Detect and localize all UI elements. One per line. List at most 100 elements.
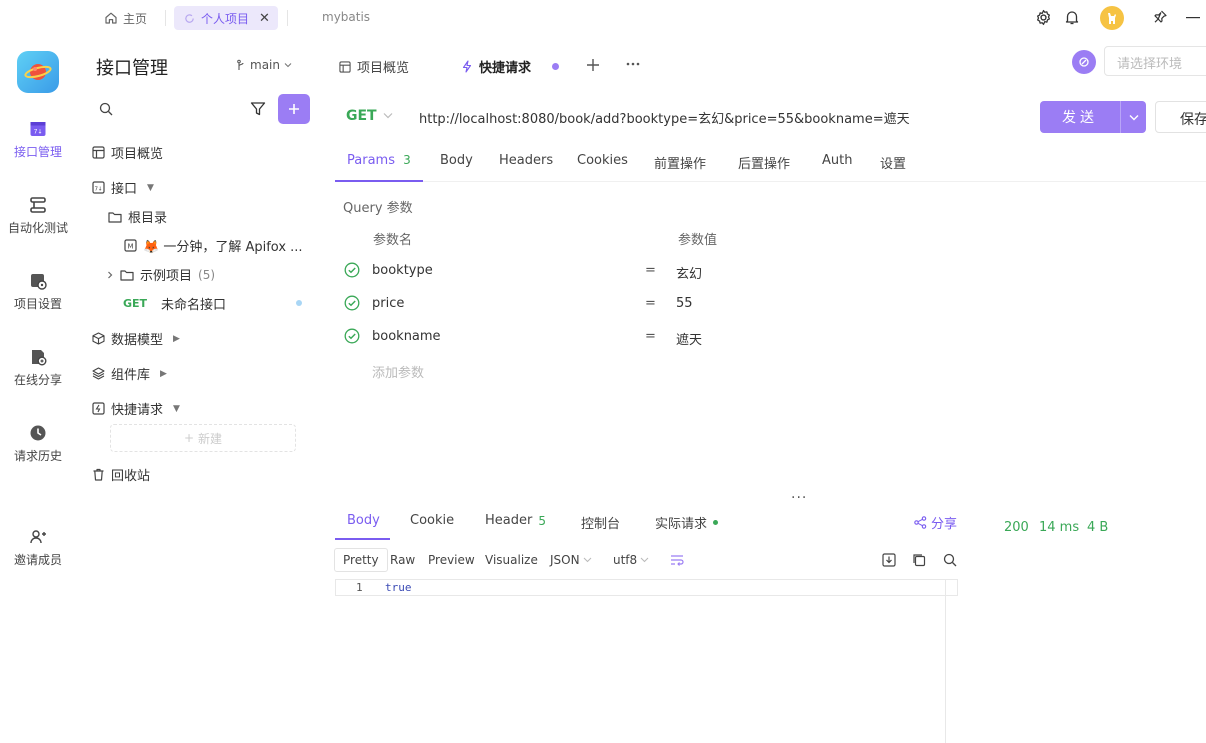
- env-switch-button[interactable]: [1072, 50, 1096, 74]
- environment-select[interactable]: 请选择环境: [1104, 46, 1206, 76]
- format-json-select[interactable]: JSON: [550, 553, 592, 567]
- format-raw[interactable]: Raw: [390, 553, 415, 567]
- new-tab-plus-icon[interactable]: [586, 58, 600, 72]
- more-icon[interactable]: [626, 62, 640, 66]
- tree-item-root[interactable]: 根目录: [108, 207, 167, 226]
- rail-item-auto-test[interactable]: 自动化测试: [0, 196, 76, 236]
- param-key[interactable]: booktype: [372, 263, 433, 278]
- search-icon[interactable]: [99, 102, 113, 116]
- rail-item-label: 接口管理: [13, 145, 62, 159]
- tree-item-label: 根目录: [128, 211, 168, 226]
- tab-label: Params: [347, 153, 395, 168]
- tab-body[interactable]: Body: [440, 153, 473, 168]
- rail-item-invite-member[interactable]: 邀请成员: [0, 528, 76, 568]
- new-quick-request-button[interactable]: + 新建: [110, 424, 296, 452]
- rail-item-api-manage[interactable]: 7↓ 接口管理: [0, 120, 76, 160]
- encoding-select[interactable]: utf8: [613, 553, 649, 567]
- tab-label: 项目概览: [357, 61, 410, 76]
- sidebar-item-components[interactable]: 组件库 ▶: [92, 364, 167, 383]
- format-visualize[interactable]: Visualize: [485, 553, 538, 567]
- tab-actual-request[interactable]: 实际请求: [655, 513, 719, 532]
- tab-headers[interactable]: Headers: [499, 153, 553, 168]
- tab-console[interactable]: 控制台: [581, 513, 620, 532]
- tab-params[interactable]: Params 3: [347, 153, 411, 168]
- param-key[interactable]: price: [372, 296, 404, 311]
- rail-item-label: 项目设置: [13, 297, 62, 311]
- tab-project-overview[interactable]: 项目概览: [339, 57, 409, 76]
- sidebar-item-models[interactable]: 数据模型 ▶: [92, 329, 180, 348]
- check-circle-icon[interactable]: [344, 295, 360, 311]
- tree-item-examples[interactable]: 示例项目 (5): [106, 265, 215, 284]
- send-dropdown[interactable]: [1121, 101, 1146, 133]
- branch-name: main: [250, 58, 280, 72]
- rail-item-project-settings[interactable]: 项目设置: [0, 272, 76, 312]
- branch-selector[interactable]: main: [236, 58, 292, 72]
- tab-quick-request[interactable]: 快捷请求: [461, 57, 531, 76]
- tab-cookies[interactable]: Cookies: [577, 153, 628, 168]
- svg-text:7↓: 7↓: [94, 186, 102, 193]
- format-preview[interactable]: Preview: [428, 553, 475, 567]
- rail-item-share-online[interactable]: 在线分享: [0, 348, 76, 388]
- tab-mybatis[interactable]: mybatis: [322, 10, 370, 24]
- loading-icon: [184, 13, 195, 24]
- share-button[interactable]: 分享: [914, 513, 957, 532]
- add-param-input[interactable]: 添加参数: [372, 362, 424, 381]
- tab-response-body[interactable]: Body: [347, 513, 380, 528]
- tab-pre-processors[interactable]: 前置操作: [654, 153, 706, 172]
- rail-item-label: 邀请成员: [13, 553, 62, 567]
- app-logo[interactable]: [17, 51, 59, 93]
- caret-down-icon: ▼: [147, 182, 154, 193]
- bell-icon[interactable]: [1064, 9, 1080, 26]
- home-tab[interactable]: 主页: [104, 8, 147, 28]
- filter-icon[interactable]: [250, 101, 266, 117]
- sidebar-item-overview[interactable]: 项目概览: [92, 143, 163, 162]
- equals-sign: =: [645, 263, 656, 278]
- rail-item-history[interactable]: 请求历史: [0, 424, 76, 464]
- chevron-down-icon[interactable]: [383, 112, 393, 119]
- tree-item-label: 未命名接口: [161, 298, 227, 313]
- avatar[interactable]: [1100, 6, 1124, 30]
- header-count: 5: [538, 513, 546, 528]
- gear-icon[interactable]: [1035, 9, 1052, 26]
- format-pretty[interactable]: Pretty: [334, 548, 388, 572]
- response-code-editor[interactable]: [335, 579, 958, 596]
- share-icon: [914, 516, 927, 529]
- tab-settings[interactable]: 设置: [880, 153, 906, 172]
- tab-post-processors[interactable]: 后置操作: [738, 153, 790, 172]
- tree-item-unnamed-api[interactable]: GET 未命名接口: [123, 294, 226, 313]
- tab-personal-project[interactable]: 个人项目 ✕: [174, 6, 278, 30]
- method-select[interactable]: GET: [346, 108, 377, 124]
- sidebar-item-api[interactable]: 7↓ 接口 ▼: [92, 178, 154, 197]
- save-button[interactable]: 保存: [1155, 101, 1206, 133]
- param-key[interactable]: bookname: [372, 329, 441, 344]
- send-button[interactable]: 发送: [1040, 101, 1146, 133]
- tab-response-cookie[interactable]: Cookie: [410, 513, 454, 528]
- close-icon[interactable]: ✕: [259, 11, 270, 26]
- param-value[interactable]: 玄幻: [676, 263, 702, 282]
- active-tab-indicator: [335, 538, 390, 540]
- sidebar-item-trash[interactable]: 回收站: [92, 465, 150, 484]
- sidebar-item-quick-request[interactable]: 快捷请求 ▼: [92, 399, 180, 418]
- invite-member-icon: [29, 528, 47, 546]
- minimize-icon[interactable]: [1186, 17, 1200, 19]
- tab-response-header[interactable]: Header 5: [485, 513, 546, 528]
- copy-icon[interactable]: [912, 553, 926, 567]
- response-body-text[interactable]: true: [385, 581, 412, 594]
- pin-icon[interactable]: [1152, 9, 1168, 25]
- tree-item-doc[interactable]: M 🦊 一分钟，了解 Apifox ...: [124, 236, 303, 255]
- wrap-lines-icon[interactable]: [670, 554, 684, 566]
- tab-auth[interactable]: Auth: [822, 153, 852, 168]
- search-icon[interactable]: [943, 553, 957, 567]
- add-button[interactable]: [278, 94, 310, 124]
- download-icon[interactable]: [882, 553, 896, 567]
- param-row: booktype = 玄幻: [344, 261, 944, 282]
- param-value[interactable]: 55: [676, 296, 693, 311]
- check-circle-icon[interactable]: [344, 262, 360, 278]
- url-input[interactable]: http://localhost:8080/book/add?booktype=…: [419, 108, 910, 127]
- param-value[interactable]: 遮天: [676, 329, 702, 348]
- unsaved-dot: [552, 63, 559, 70]
- refresh-icon: [1078, 56, 1090, 68]
- history-icon: [29, 424, 47, 442]
- check-circle-icon[interactable]: [344, 328, 360, 344]
- panel-resize-handle[interactable]: ···: [791, 490, 807, 506]
